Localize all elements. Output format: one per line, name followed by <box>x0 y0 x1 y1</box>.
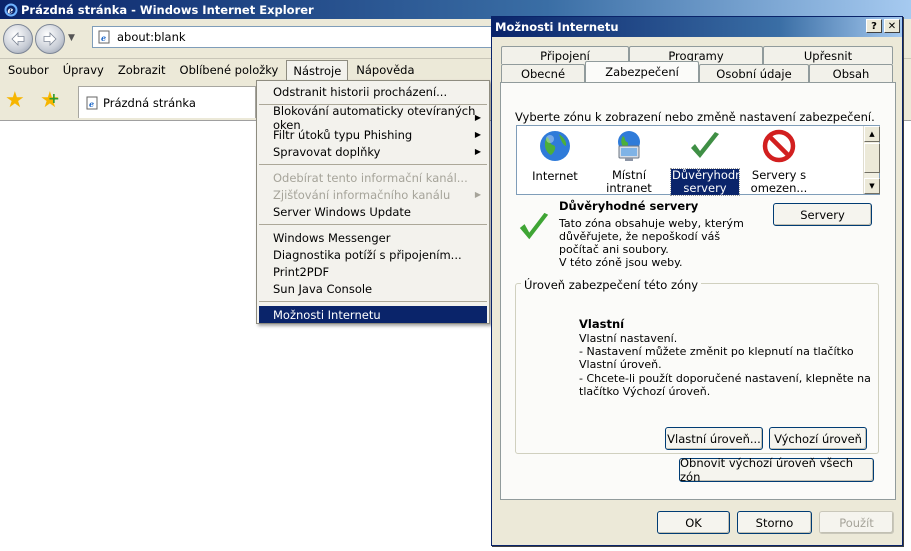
menu-item-windows-messenger[interactable]: Windows Messenger <box>257 229 489 246</box>
ok-button[interactable]: OK <box>657 511 730 534</box>
zone-label: Místní intranet <box>606 168 652 195</box>
arrow-right-icon <box>43 32 57 46</box>
zone-label: Internet <box>532 169 578 183</box>
tab-privacy[interactable]: Osobní údaje <box>699 64 809 82</box>
submenu-arrow-icon: ▶ <box>474 130 481 139</box>
zone-list[interactable]: Internet Místní intranet Důvěryhodné ser… <box>516 125 880 196</box>
cancel-button[interactable]: Storno <box>737 511 812 534</box>
menu-tools[interactable]: Nástroje <box>286 60 349 80</box>
custom-level-button[interactable]: Vlastní úroveň... <box>665 427 763 450</box>
zone-restricted-sites[interactable]: Servery s omezen... <box>743 128 815 195</box>
computer-globe-icon <box>618 131 640 161</box>
svg-text:e: e <box>101 33 106 43</box>
menu-item-print2pdf[interactable]: Print2PDF <box>257 263 489 280</box>
menu-separator <box>259 301 487 302</box>
ie-window-title: Prázdná stránka - Windows Internet Explo… <box>21 2 314 17</box>
tab-security[interactable]: Zabezpečení <box>585 61 699 82</box>
menu-item-internet-options[interactable]: Možnosti Internetu <box>259 306 487 323</box>
menu-view[interactable]: Zobrazit <box>112 60 172 80</box>
scroll-thumb[interactable] <box>864 143 880 173</box>
servers-button[interactable]: Servery <box>773 203 872 226</box>
default-level-button[interactable]: Výchozí úroveň <box>769 427 867 450</box>
svg-text:e: e <box>89 99 94 109</box>
menu-separator <box>259 224 487 225</box>
add-favorite-icon[interactable]: ★ + <box>40 90 60 112</box>
arrow-left-icon <box>11 32 25 46</box>
menu-file[interactable]: Soubor <box>2 60 55 80</box>
menu-item-delete-history[interactable]: Odstranit historii procházení... <box>257 83 489 100</box>
security-level-group-title: Úroveň zabezpečení této zóny <box>521 278 702 292</box>
menu-item-java-console[interactable]: Sun Java Console <box>257 280 489 297</box>
menu-item-connection-diagnostics[interactable]: Diagnostika potíží s připojením... <box>257 246 489 263</box>
menu-item-popup-blocker[interactable]: Blokování automaticky otevíraných oken ▶ <box>257 104 489 132</box>
security-level-description: Vlastní nastavení. - Nastavení můžete zm… <box>579 332 871 398</box>
menu-separator <box>259 164 487 165</box>
zone-label: Servery s omezen... <box>750 168 808 195</box>
tab-row-bottom: Obecné Zabezpečení Osobní údaje Obsah <box>501 61 893 82</box>
menu-help[interactable]: Nápověda <box>350 60 420 80</box>
tab-title: Prázdná stránka <box>103 95 196 110</box>
apply-button: Použít <box>819 511 894 534</box>
reset-all-zones-button[interactable]: Obnovit výchozí úroveň všech zón <box>679 456 874 484</box>
favorites-center-star-icon[interactable]: ★ <box>5 90 25 112</box>
selected-zone-description: Tato zóna obsahuje weby, kterým důvěřuje… <box>559 217 744 269</box>
menu-edit[interactable]: Úpravy <box>57 60 110 80</box>
address-text: about:blank <box>117 30 186 44</box>
globe-icon <box>540 131 570 161</box>
zone-trusted-sites[interactable]: Důvěryhodné servery <box>669 128 750 196</box>
dialog-titlebar[interactable]: Možnosti Internetu ? ✕ <box>492 17 902 37</box>
address-bar[interactable]: e about:blank <box>92 26 492 48</box>
zone-label: Důvěryhodné servery <box>670 168 750 196</box>
menu-item-windows-update[interactable]: Server Windows Update <box>257 203 489 220</box>
submenu-arrow-icon: ▶ <box>474 190 481 199</box>
scroll-up-icon[interactable]: ▲ <box>864 126 880 142</box>
menu-item-phishing-filter[interactable]: Filtr útoků typu Phishing ▶ <box>257 126 489 143</box>
selected-zone-name: Důvěryhodné servery <box>559 199 699 213</box>
checkmark-icon <box>691 132 719 158</box>
submenu-arrow-icon: ▶ <box>474 147 481 156</box>
tab-content[interactable]: Obsah <box>809 64 893 82</box>
tab-advanced[interactable]: Upřesnit <box>763 46 893 64</box>
scroll-down-icon[interactable]: ▼ <box>864 178 880 194</box>
zone-prompt-label: Vyberte zónu k zobrazení nebo změně nast… <box>515 110 875 124</box>
selected-zone-checkmark-icon <box>519 212 549 240</box>
zone-internet[interactable]: Internet <box>519 128 591 183</box>
menu-item-subscribe-feed: Odebírat tento informační kanál... <box>273 170 468 185</box>
restricted-icon <box>762 129 796 163</box>
svg-text:e: e <box>8 6 14 16</box>
close-button[interactable]: ✕ <box>884 19 900 33</box>
submenu-arrow-icon: ▶ <box>474 113 481 122</box>
page-icon: e <box>86 96 98 109</box>
forward-button[interactable] <box>35 24 65 54</box>
history-dropdown-icon[interactable]: ▼ <box>68 33 75 43</box>
dialog-title: Možnosti Internetu <box>495 20 619 34</box>
back-button[interactable] <box>3 24 33 54</box>
menu-item-feed-discovery: Zjišťování informačního kanálu ▶ <box>273 187 481 202</box>
help-button[interactable]: ? <box>866 19 882 33</box>
menu-favorites[interactable]: Oblíbené položky <box>174 60 285 80</box>
zone-local-intranet[interactable]: Místní intranet <box>593 128 665 195</box>
tab-general[interactable]: Obecné <box>501 64 585 82</box>
tools-menu: Odstranit historii procházení... Bloková… <box>256 80 490 324</box>
zone-list-scrollbar[interactable]: ▲ ▼ <box>863 126 880 194</box>
page-icon: e <box>98 30 110 44</box>
security-level-name: Vlastní <box>579 317 625 331</box>
ie-logo-icon: e <box>4 3 18 17</box>
menu-item-manage-addons[interactable]: Spravovat doplňky ▶ <box>257 143 489 160</box>
browser-tab[interactable]: e Prázdná stránka <box>78 86 256 118</box>
